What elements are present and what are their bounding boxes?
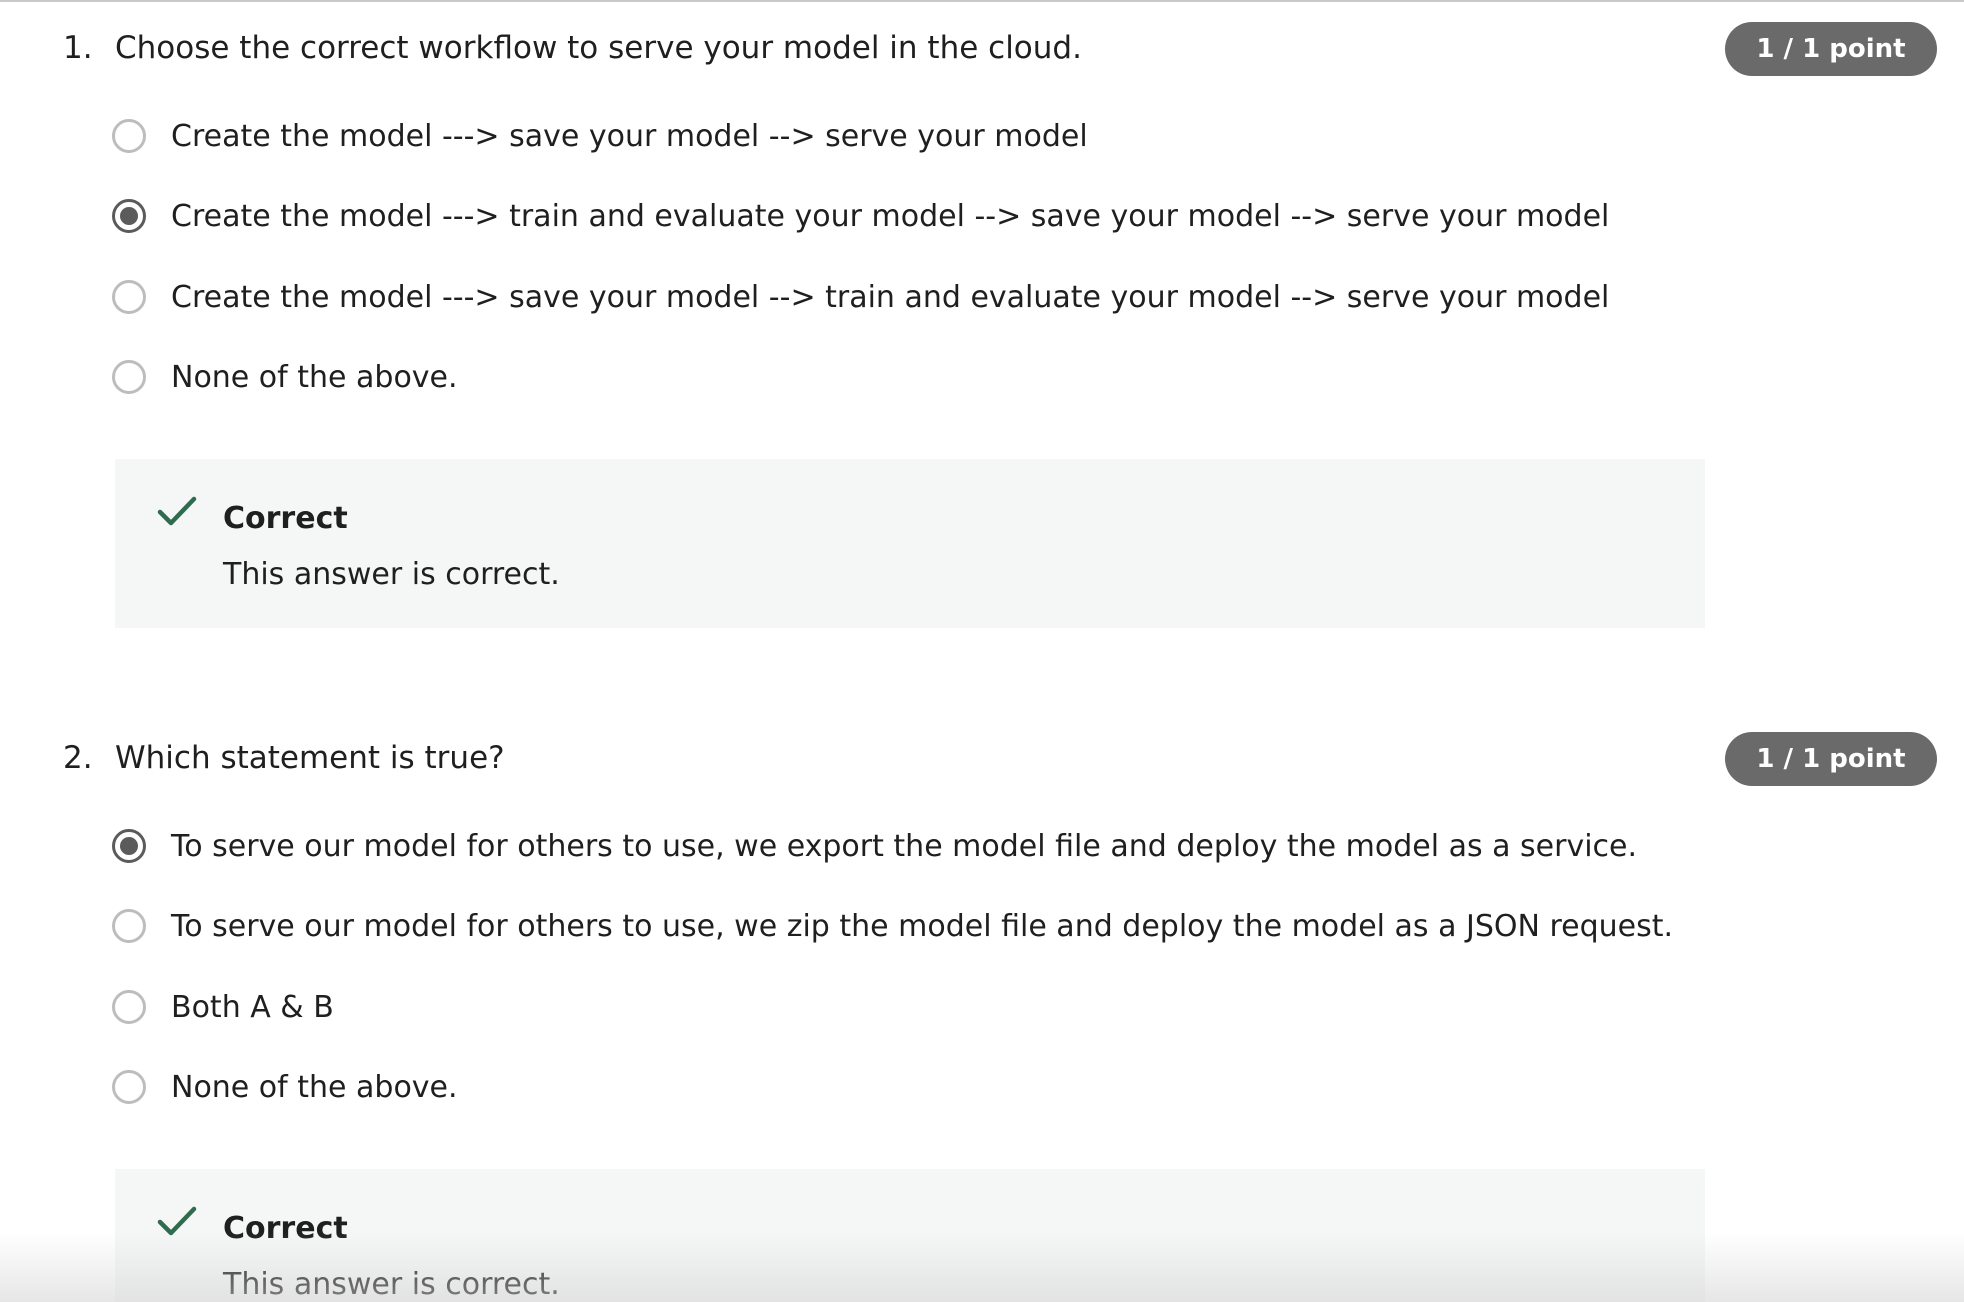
check-icon	[157, 1206, 197, 1236]
feedback-text: This answer is correct.	[223, 1267, 560, 1302]
question-text: Which statement is true?	[115, 740, 505, 776]
radio-button[interactable]	[112, 990, 146, 1024]
feedback-title: Correct	[223, 501, 348, 536]
check-icon	[157, 496, 197, 526]
radio-button[interactable]	[112, 119, 146, 153]
feedback-text: This answer is correct.	[223, 557, 560, 592]
option-label: None of the above.	[171, 359, 458, 395]
answer-option[interactable]: None of the above.	[112, 1065, 458, 1109]
option-label: Create the model ---> save your model --…	[171, 118, 1088, 154]
points-badge: 1 / 1 point	[1725, 732, 1937, 786]
question-number: 1.	[63, 30, 93, 66]
option-label: Create the model ---> train and evaluate…	[171, 198, 1610, 234]
answer-option[interactable]: Create the model ---> save your model --…	[112, 275, 1609, 319]
quiz-results-page: 1. Choose the correct workflow to serve …	[0, 0, 1964, 1302]
radio-button[interactable]	[112, 1070, 146, 1104]
option-label: Both A & B	[171, 989, 334, 1025]
feedback-box: Correct This answer is correct.	[115, 1169, 1705, 1302]
option-label: Create the model ---> save your model --…	[171, 279, 1610, 315]
option-label: To serve our model for others to use, we…	[171, 908, 1674, 944]
radio-button-selected[interactable]	[112, 199, 146, 233]
points-badge: 1 / 1 point	[1725, 22, 1937, 76]
answer-option[interactable]: To serve our model for others to use, we…	[112, 904, 1673, 948]
answer-option[interactable]: Create the model ---> save your model --…	[112, 114, 1088, 158]
answer-option[interactable]: None of the above.	[112, 355, 458, 399]
feedback-box: Correct This answer is correct.	[115, 459, 1705, 628]
answer-option[interactable]: Both A & B	[112, 985, 334, 1029]
radio-button[interactable]	[112, 360, 146, 394]
answer-option[interactable]: To serve our model for others to use, we…	[112, 824, 1637, 868]
option-label: None of the above.	[171, 1069, 458, 1105]
question-number: 2.	[63, 740, 93, 776]
radio-button[interactable]	[112, 909, 146, 943]
radio-button-selected[interactable]	[112, 829, 146, 863]
option-label: To serve our model for others to use, we…	[171, 828, 1638, 864]
radio-button[interactable]	[112, 280, 146, 314]
feedback-title: Correct	[223, 1211, 348, 1246]
answer-option[interactable]: Create the model ---> train and evaluate…	[112, 194, 1609, 238]
question-text: Choose the correct workflow to serve you…	[115, 30, 1082, 66]
